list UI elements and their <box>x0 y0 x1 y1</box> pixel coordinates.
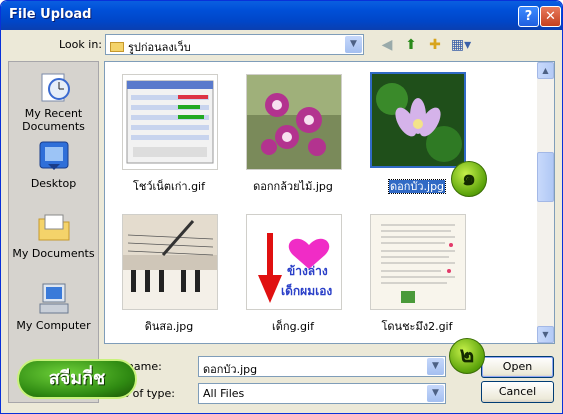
window-title: File Upload <box>9 7 92 22</box>
file-name: เด็กg.gif <box>272 320 314 333</box>
help-button[interactable]: ? <box>518 6 539 27</box>
thumbnail-pencil <box>122 214 218 310</box>
thumbnail-document <box>370 214 466 310</box>
file-item[interactable]: ข้างล่างเด็กผมเอง เด็กg.gif <box>238 214 348 343</box>
thumbnail-screenshot <box>122 74 218 170</box>
look-in-value: รูปก่อนลงเว็บ <box>128 41 191 54</box>
file-list[interactable]: โชว์เน็ตเก่า.gif ดอกกล้วยไม้.jpg ดอกบัว.… <box>104 61 555 344</box>
place-desktop[interactable]: Desktop <box>9 140 98 190</box>
file-name: โชว์เน็ตเก่า.gif <box>133 180 205 193</box>
scroll-thumb[interactable] <box>537 152 554 202</box>
new-folder-icon[interactable]: ✚ <box>425 35 445 55</box>
file-item[interactable]: ดอกกล้วยไม้.jpg <box>238 74 348 214</box>
files-of-type-value: All Files <box>203 387 245 400</box>
place-label: My Computer <box>16 319 91 332</box>
file-name-value: ดอกบัว.jpg <box>203 363 258 376</box>
file-name: ดอกกล้วยไม้.jpg <box>253 180 333 193</box>
files-of-type-select[interactable]: All Files ▼ <box>198 383 446 404</box>
place-label: Desktop <box>30 177 77 190</box>
look-in-label: Look in: <box>59 38 102 51</box>
file-name: โดนชะมึง2.gif <box>381 320 453 333</box>
chevron-down-icon[interactable]: ▼ <box>345 36 362 53</box>
annotation-badge-1: ๑ <box>451 161 487 197</box>
file-item[interactable]: ดินสอ.jpg <box>114 214 224 343</box>
back-icon[interactable]: ◀ <box>377 35 397 55</box>
annotation-badge-2: ๒ <box>449 338 485 374</box>
file-upload-dialog: File Upload ? ✕ Look in: รูปก่อนลงเว็บ ▼… <box>0 0 563 414</box>
thumb-text-line1: ข้างล่าง <box>287 264 328 278</box>
close-button[interactable]: ✕ <box>540 6 561 27</box>
place-my-recent-documents[interactable]: My Recent Documents <box>9 70 98 133</box>
file-item[interactable]: โชว์เน็ตเก่า.gif <box>114 74 224 214</box>
scroll-up-icon[interactable]: ▲ <box>537 62 554 79</box>
view-menu-icon[interactable]: ▦▾ <box>449 35 473 55</box>
file-item[interactable]: โดนชะมึง2.gif <box>362 214 472 343</box>
place-my-computer[interactable]: My Computer <box>9 282 98 332</box>
place-label: My Recent Documents <box>22 107 85 133</box>
cancel-button[interactable]: Cancel <box>481 381 554 403</box>
file-name: ดินสอ.jpg <box>144 320 194 333</box>
my-documents-icon <box>36 210 72 244</box>
recent-documents-icon <box>36 70 72 104</box>
place-label: My Documents <box>12 247 95 260</box>
open-button[interactable]: Open <box>481 356 554 378</box>
chevron-down-icon[interactable]: ▼ <box>427 358 444 375</box>
look-in-combo[interactable]: รูปก่อนลงเว็บ ▼ <box>105 34 364 55</box>
thumbnail-lotus <box>370 72 466 168</box>
file-name-input[interactable]: ดอกบัว.jpg ▼ <box>198 356 446 377</box>
places-bar: My Recent Documents Desktop My Documents… <box>8 61 99 403</box>
thumb-text-line2: เด็กผมเอง <box>281 283 332 298</box>
place-my-documents[interactable]: My Documents <box>9 210 98 260</box>
thumbnail-orchid <box>246 74 342 170</box>
up-folder-icon[interactable]: ⬆ <box>401 35 421 55</box>
scroll-down-icon[interactable]: ▼ <box>537 326 554 343</box>
my-computer-icon <box>36 282 72 316</box>
title-bar[interactable]: File Upload ? ✕ <box>1 1 562 30</box>
chevron-down-icon[interactable]: ▼ <box>427 385 444 402</box>
watermark-stamp: สจีมกี่ช <box>17 359 137 399</box>
vertical-scrollbar[interactable]: ▲ ▼ <box>537 62 554 343</box>
folder-icon <box>110 42 124 52</box>
thumbnail-arrow-heart: ข้างล่างเด็กผมเอง <box>246 214 342 310</box>
desktop-icon <box>36 140 72 174</box>
